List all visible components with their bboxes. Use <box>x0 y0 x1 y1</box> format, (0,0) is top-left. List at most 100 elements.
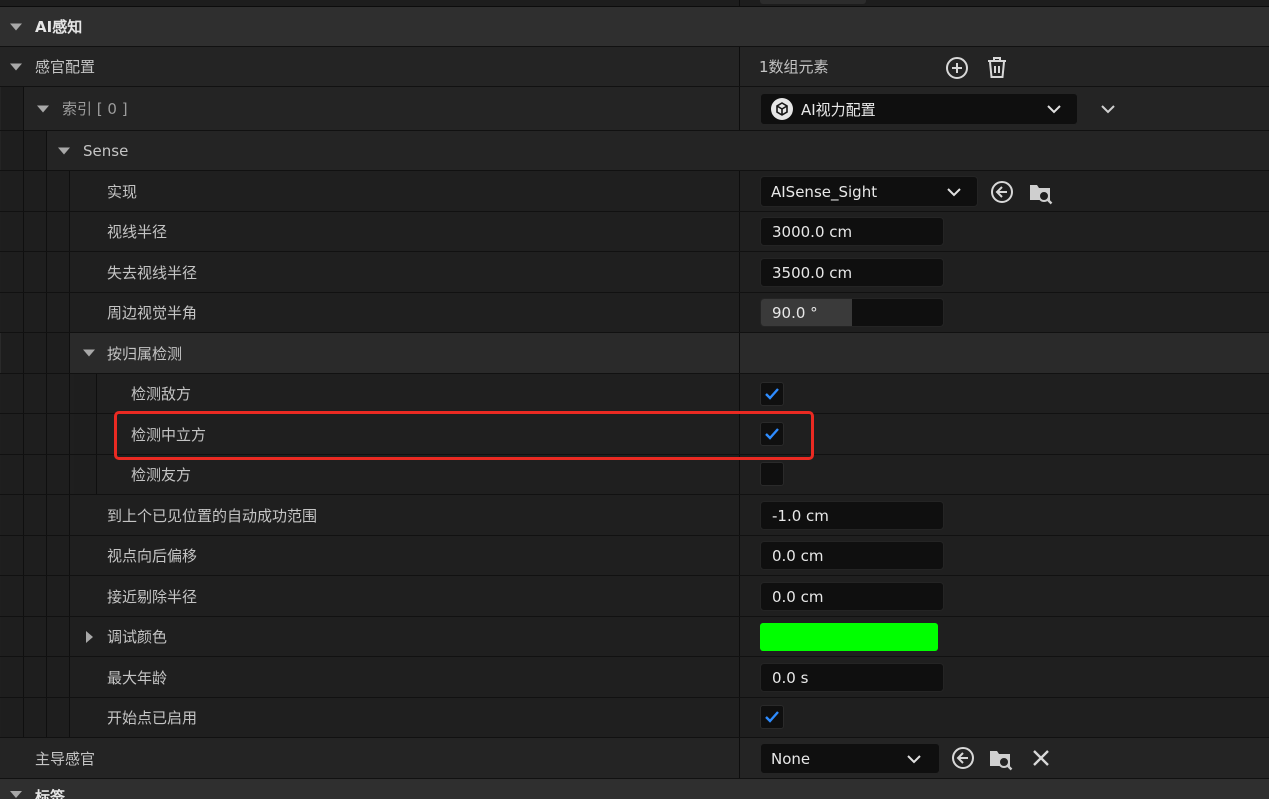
indent-bar <box>24 698 47 737</box>
row-sight-radius: 视线半径 3000.0 cm <box>0 212 1269 252</box>
collapse-arrow-icon[interactable] <box>37 105 49 112</box>
detect-friendlies-checkbox[interactable] <box>760 462 784 486</box>
column-separator <box>739 212 740 251</box>
property-label: 接近剔除半径 <box>107 587 198 606</box>
delete-all-icon[interactable] <box>984 55 1009 80</box>
row-detect-friendlies: 检测友方 <box>0 455 1269 495</box>
combo-value: None <box>771 749 811 768</box>
indent-bar <box>1 617 24 656</box>
indent-bar <box>47 374 70 413</box>
lose-sight-radius-input[interactable]: 3500.0 cm <box>760 258 944 287</box>
implementation-combo[interactable]: AISense_Sight <box>760 176 978 207</box>
indent-bar <box>1 698 24 737</box>
collapse-arrow-icon[interactable] <box>10 23 22 30</box>
chevron-down-icon[interactable] <box>1098 99 1118 119</box>
max-age-input[interactable]: 0.0 s <box>760 663 944 692</box>
indent-bar <box>24 536 47 575</box>
collapse-arrow-icon[interactable] <box>10 791 22 798</box>
column-separator <box>739 0 740 6</box>
property-label: 视线半径 <box>107 223 168 241</box>
column-separator <box>739 333 740 373</box>
column-separator <box>739 657 740 697</box>
row-point-of-view-offset: 视点向后偏移 0.0 cm <box>0 536 1269 576</box>
cutoff-field <box>760 0 866 4</box>
dominant-sense-combo[interactable]: None <box>760 743 940 774</box>
column-separator <box>739 252 740 292</box>
indent-bar <box>47 212 70 251</box>
group-label: 按归属检测 <box>107 344 183 363</box>
indent-bar <box>24 171 47 211</box>
array-count: 1数组元素 <box>759 58 829 76</box>
collapse-arrow-icon[interactable] <box>58 147 70 154</box>
indent-bar <box>47 495 70 535</box>
indent-bar <box>1 414 24 454</box>
collapse-arrow-icon[interactable] <box>83 349 95 357</box>
column-separator <box>739 738 740 778</box>
indent-bar <box>74 455 97 494</box>
row-lose-sight-radius: 失去视线半径 3500.0 cm <box>0 252 1269 293</box>
browse-asset-icon[interactable] <box>1027 178 1055 206</box>
browse-asset-icon[interactable] <box>987 744 1015 772</box>
category-tags[interactable]: 标签 <box>0 779 1269 799</box>
chevron-down-icon[interactable] <box>1047 100 1061 118</box>
indent-bar <box>47 536 70 575</box>
indent-bar <box>47 333 70 373</box>
indent-bar <box>1 212 24 251</box>
sense-config-combo[interactable]: AI视力配置 <box>760 93 1078 125</box>
column-separator <box>739 171 740 211</box>
clear-icon[interactable] <box>1030 747 1052 769</box>
indent-bar <box>1 455 24 494</box>
debug-color-swatch[interactable] <box>760 623 938 651</box>
point-of-view-offset-input[interactable]: 0.0 cm <box>760 541 944 570</box>
row-top-partial <box>0 0 1269 7</box>
indent-bar <box>24 252 47 292</box>
detect-enemies-checkbox[interactable] <box>760 382 784 406</box>
indent-bar <box>47 414 70 454</box>
nearby-clear-radius-input[interactable]: 0.0 cm <box>760 582 944 611</box>
column-separator <box>739 455 740 494</box>
chevron-down-icon[interactable] <box>947 183 961 201</box>
indent-bar <box>1 536 24 575</box>
use-selected-icon[interactable] <box>989 179 1015 205</box>
column-separator <box>739 536 740 575</box>
row-debug-color: 调试颜色 <box>0 617 1269 657</box>
highlight-box <box>114 411 814 460</box>
row-starts-enabled: 开始点已启用 <box>0 698 1269 738</box>
row-detect-enemies: 检测敌方 <box>0 374 1269 414</box>
chevron-down-icon[interactable] <box>907 750 921 768</box>
row-nearby-clear-radius: 接近剔除半径 0.0 cm <box>0 576 1269 617</box>
row-sense: Sense <box>0 131 1269 171</box>
indent-bar <box>1 495 24 535</box>
property-label: 视点向后偏移 <box>107 547 198 565</box>
sense-config-label: 感官配置 <box>35 58 96 76</box>
indent-bar <box>24 617 47 656</box>
indent-bar <box>1 576 24 616</box>
combo-value: AI视力配置 <box>801 100 876 119</box>
row-dominant-sense: 主导感官 None <box>0 738 1269 779</box>
peripheral-angle-slider[interactable]: 90.0 ° <box>760 298 944 327</box>
property-label: 主导感官 <box>35 749 96 768</box>
property-label: 实现 <box>107 182 138 201</box>
indent-bar <box>24 576 47 616</box>
add-element-icon[interactable] <box>944 55 969 80</box>
category-ai-perception[interactable]: AI感知 <box>0 7 1269 47</box>
starts-enabled-checkbox[interactable] <box>760 705 784 729</box>
sight-radius-input[interactable]: 3000.0 cm <box>760 217 944 246</box>
indent-bar <box>24 212 47 251</box>
property-label: 最大年龄 <box>107 668 168 687</box>
property-label: 失去视线半径 <box>107 263 198 282</box>
checkmark-icon <box>765 711 779 723</box>
use-selected-icon[interactable] <box>950 745 976 771</box>
indent-bar <box>1 333 24 373</box>
expand-arrow-icon[interactable] <box>86 630 93 643</box>
sense-label: Sense <box>83 141 129 160</box>
property-label: 周边视觉半角 <box>107 304 198 322</box>
indent-bar <box>1 657 24 697</box>
indent-bar <box>74 414 97 454</box>
column-separator <box>739 374 740 413</box>
auto-success-range-input[interactable]: -1.0 cm <box>760 501 944 530</box>
column-separator <box>739 617 740 656</box>
row-implementation: 实现 AISense_Sight <box>0 171 1269 212</box>
indent-bar <box>24 495 47 535</box>
collapse-arrow-icon[interactable] <box>10 63 22 70</box>
